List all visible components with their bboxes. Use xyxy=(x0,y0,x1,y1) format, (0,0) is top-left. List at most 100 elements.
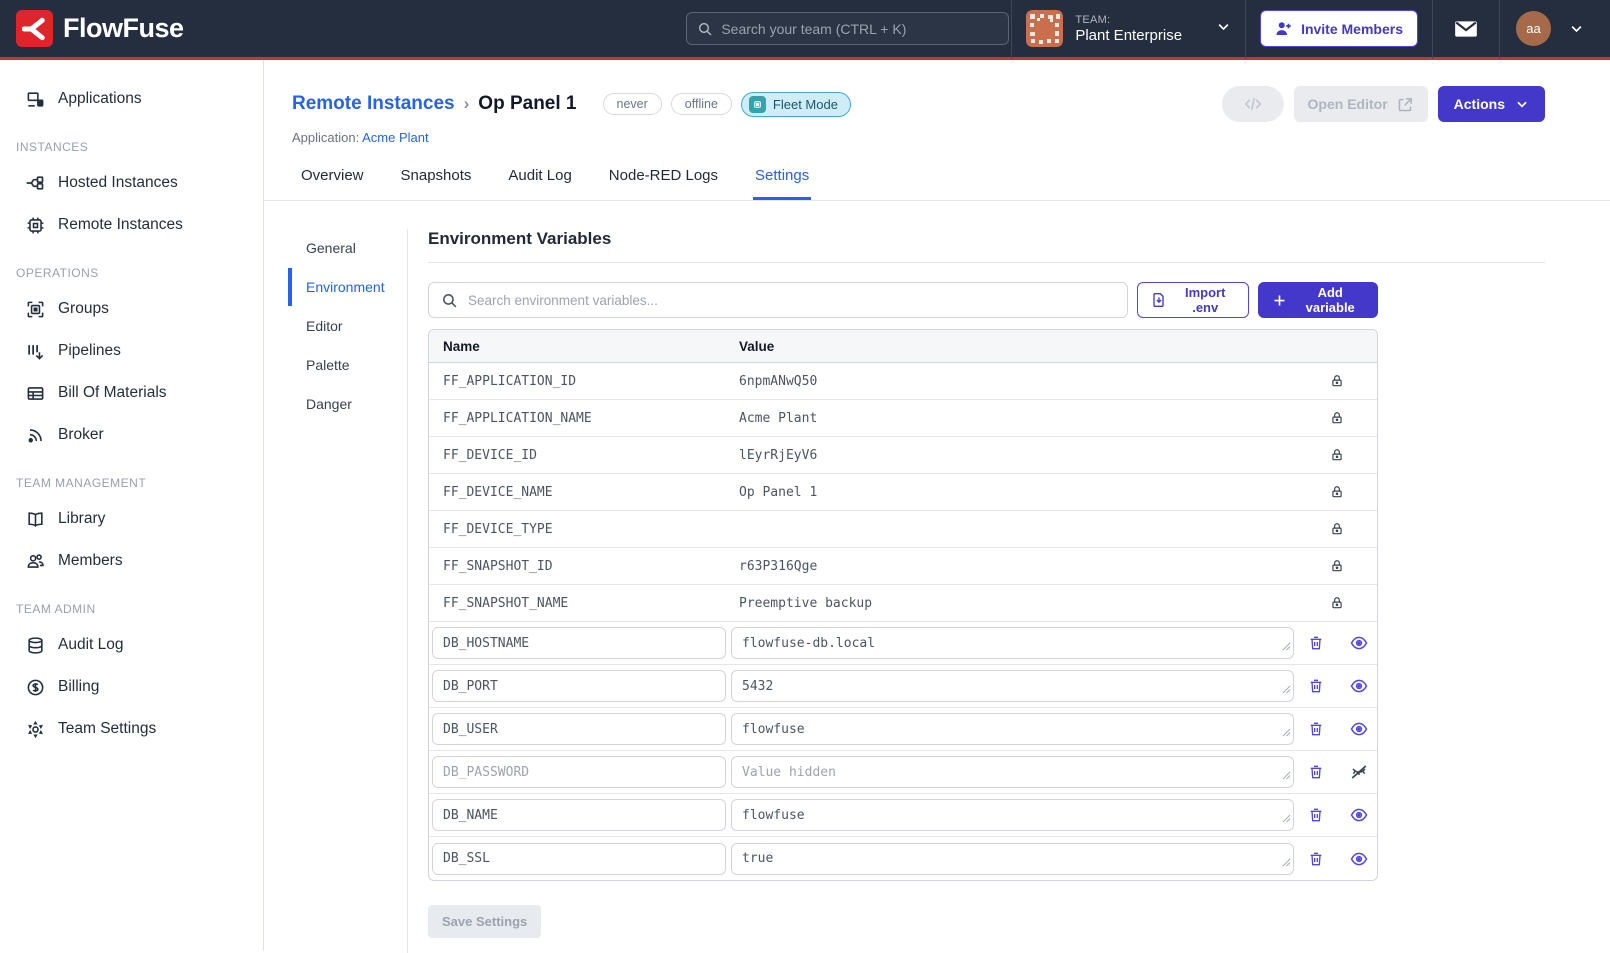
chevron-down-icon xyxy=(1515,97,1529,111)
delete-variable-button[interactable] xyxy=(1308,721,1324,737)
sidebar-item-applications[interactable]: Applications xyxy=(0,78,263,120)
env-search[interactable] xyxy=(428,282,1128,318)
mail-icon[interactable] xyxy=(1453,16,1479,42)
team-search[interactable] xyxy=(686,12,1009,45)
breadcrumb-remote-instances[interactable]: Remote Instances xyxy=(292,93,455,115)
table-row: FF_DEVICE_NAME Op Panel 1 xyxy=(429,474,1377,511)
team-label: TEAM: xyxy=(1075,14,1182,26)
add-variable-button[interactable]: Add variable xyxy=(1258,282,1378,318)
sidebar-item-label: Applications xyxy=(58,90,142,108)
var-value-input[interactable] xyxy=(731,670,1294,702)
table-row: FF_DEVICE_TYPE xyxy=(429,511,1377,548)
var-name-input[interactable] xyxy=(432,627,726,659)
var-name: FF_APPLICATION_NAME xyxy=(429,411,739,426)
fleet-mode-label: Fleet Mode xyxy=(773,97,838,112)
sidebar-item-pipelines[interactable]: Pipelines xyxy=(0,330,263,372)
application-link[interactable]: Acme Plant xyxy=(362,130,428,145)
invite-members-label: Invite Members xyxy=(1301,21,1403,37)
subnav-danger[interactable]: Danger xyxy=(288,385,407,423)
sidebar-item-groups[interactable]: Groups xyxy=(0,288,263,330)
var-name-input[interactable] xyxy=(432,843,726,875)
sidebar-heading-instances: INSTANCES xyxy=(0,120,263,162)
var-name-input[interactable] xyxy=(432,756,726,788)
var-value-input[interactable] xyxy=(731,756,1294,788)
tab-snapshots[interactable]: Snapshots xyxy=(399,167,474,200)
sidebar-item-label: Groups xyxy=(58,300,109,318)
tab-settings[interactable]: Settings xyxy=(753,167,811,200)
sidebar-item-hosted-instances[interactable]: Hosted Instances xyxy=(0,162,263,204)
table-row: FF_APPLICATION_NAME Acme Plant xyxy=(429,400,1377,437)
search-icon xyxy=(441,292,458,309)
invite-members-button[interactable]: Invite Members xyxy=(1260,10,1418,47)
environment-panel: Environment Variables xyxy=(408,229,1610,953)
tab-audit-log[interactable]: Audit Log xyxy=(506,167,573,200)
table-row: FF_SNAPSHOT_ID r63P316Qge xyxy=(429,548,1377,585)
env-variables-table: Name Value FF_APPLICATION_ID 6npmANwQ50 … xyxy=(428,329,1378,881)
team-search-input[interactable] xyxy=(721,21,998,37)
var-name-input[interactable] xyxy=(432,799,726,831)
sidebar-item-broker[interactable]: Broker xyxy=(0,414,263,456)
table-row-editable xyxy=(429,665,1377,708)
show-value-button[interactable] xyxy=(1350,634,1368,652)
actions-button[interactable]: Actions xyxy=(1438,86,1545,122)
subnav-general[interactable]: General xyxy=(288,229,407,267)
sidebar: Applications INSTANCES Hosted Instances … xyxy=(0,60,264,950)
settings-subnav: General Environment Editor Palette Dange… xyxy=(288,229,408,953)
team-text: TEAM: Plant Enterprise xyxy=(1075,14,1182,44)
lock-icon xyxy=(1330,485,1344,499)
hide-value-button[interactable] xyxy=(1350,763,1368,781)
badge-never: never xyxy=(603,93,662,115)
user-menu[interactable]: aa xyxy=(1499,0,1610,59)
show-value-button[interactable] xyxy=(1350,720,1368,738)
members-icon xyxy=(24,550,46,572)
tab-overview[interactable]: Overview xyxy=(299,167,366,200)
sidebar-item-billing[interactable]: Billing xyxy=(0,666,263,708)
var-name-input[interactable] xyxy=(432,713,726,745)
env-search-input[interactable] xyxy=(468,293,1115,308)
application-label: Application: xyxy=(292,130,359,145)
hosted-instances-icon xyxy=(24,172,46,194)
subnav-palette[interactable]: Palette xyxy=(288,346,407,384)
tab-bar: Overview Snapshots Audit Log Node-RED Lo… xyxy=(264,167,1610,201)
subnav-environment[interactable]: Environment xyxy=(288,268,407,306)
delete-variable-button[interactable] xyxy=(1308,764,1324,780)
sidebar-heading-team-management: TEAM MANAGEMENT xyxy=(0,456,263,498)
sidebar-item-bill-of-materials[interactable]: Bill Of Materials xyxy=(0,372,263,414)
save-settings-button[interactable]: Save Settings xyxy=(428,905,541,938)
var-value-input[interactable] xyxy=(731,627,1294,659)
sidebar-item-label: Hosted Instances xyxy=(58,174,178,192)
var-name-input[interactable] xyxy=(432,670,726,702)
sidebar-item-library[interactable]: Library xyxy=(0,498,263,540)
subnav-editor[interactable]: Editor xyxy=(288,307,407,345)
column-header-value: Value xyxy=(739,339,774,354)
show-value-button[interactable] xyxy=(1350,850,1368,868)
team-name: Plant Enterprise xyxy=(1075,27,1182,44)
delete-variable-button[interactable] xyxy=(1308,635,1324,651)
open-editor-button[interactable]: Open Editor xyxy=(1294,86,1428,122)
sidebar-heading-team-admin: TEAM ADMIN xyxy=(0,582,263,624)
sidebar-item-members[interactable]: Members xyxy=(0,540,263,582)
brand[interactable]: FlowFuse xyxy=(0,10,200,47)
var-name: FF_SNAPSHOT_ID xyxy=(429,559,739,574)
var-value-input[interactable] xyxy=(731,799,1294,831)
delete-variable-button[interactable] xyxy=(1308,851,1324,867)
var-value: lEyrRjEyV6 xyxy=(739,448,817,463)
sidebar-item-label: Team Settings xyxy=(58,720,156,738)
lock-icon xyxy=(1330,374,1344,388)
tab-node-red-logs[interactable]: Node-RED Logs xyxy=(607,167,720,200)
delete-variable-button[interactable] xyxy=(1308,678,1324,694)
show-value-button[interactable] xyxy=(1350,806,1368,824)
sidebar-item-remote-instances[interactable]: Remote Instances xyxy=(0,204,263,246)
var-value-input[interactable] xyxy=(731,843,1294,875)
sidebar-item-audit-log[interactable]: Audit Log xyxy=(0,624,263,666)
sidebar-item-team-settings[interactable]: Team Settings xyxy=(0,708,263,750)
developer-mode-button[interactable] xyxy=(1222,86,1284,122)
import-env-button[interactable]: Import .env xyxy=(1137,282,1249,318)
import-icon xyxy=(1151,292,1167,308)
team-avatar xyxy=(1026,10,1063,47)
team-selector[interactable]: TEAM: Plant Enterprise xyxy=(1011,0,1245,59)
show-value-button[interactable] xyxy=(1350,677,1368,695)
lock-icon xyxy=(1330,522,1344,536)
delete-variable-button[interactable] xyxy=(1308,807,1324,823)
var-value-input[interactable] xyxy=(731,713,1294,745)
